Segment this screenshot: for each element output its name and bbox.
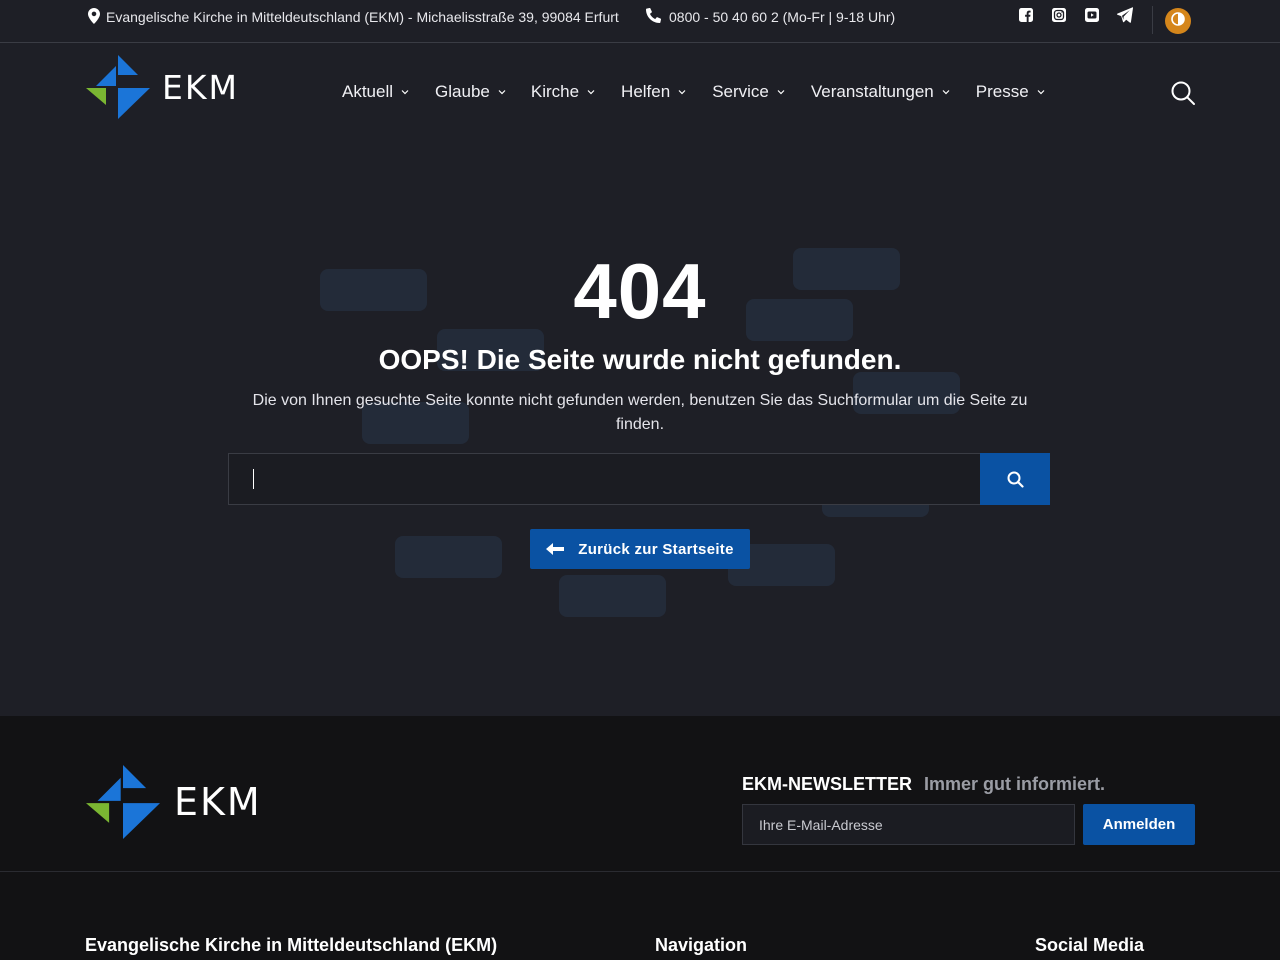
nav-item-label: Glaube bbox=[435, 82, 490, 101]
chevron-down-icon bbox=[586, 87, 596, 97]
chevron-down-icon bbox=[776, 87, 786, 97]
nav-item-label: Aktuell bbox=[342, 82, 394, 101]
nav-item-helfen[interactable]: Helfen bbox=[621, 82, 687, 102]
nav-item-label: Helfen bbox=[621, 82, 671, 101]
social-links bbox=[1018, 7, 1133, 23]
nav-item-kirche[interactable]: Kirche bbox=[531, 82, 596, 102]
nav-item-service[interactable]: Service bbox=[712, 82, 786, 102]
phone-icon bbox=[645, 7, 662, 26]
location-pin-icon bbox=[88, 7, 100, 27]
nav-item-label: Presse bbox=[975, 82, 1029, 101]
nav-item-aktuell[interactable]: Aktuell bbox=[342, 82, 410, 102]
newsletter-subtitle: Immer gut informiert. bbox=[924, 774, 1106, 794]
error-code: 404 bbox=[573, 247, 707, 335]
ekm-cross-logo-icon bbox=[86, 765, 160, 839]
header-search-button[interactable] bbox=[1170, 80, 1196, 106]
nav-item-presse[interactable]: Presse bbox=[976, 82, 1046, 102]
newsletter-email-input[interactable] bbox=[742, 804, 1075, 845]
error-search-form bbox=[228, 453, 1050, 505]
chevron-down-icon bbox=[1036, 87, 1046, 97]
newsletter-form: Anmelden bbox=[742, 804, 1195, 845]
chevron-down-icon bbox=[941, 87, 951, 97]
nav-item-label: Kirche bbox=[530, 82, 580, 101]
newsletter-heading: EKM-NEWSLETTER Immer gut informiert. bbox=[742, 774, 1105, 795]
background-decoration bbox=[395, 536, 502, 578]
main-navigation: Aktuell Glaube Kirche Helfen Service Ver… bbox=[342, 82, 1046, 102]
footer-column-title-navigation: Navigation bbox=[655, 935, 748, 955]
footer-logo[interactable]: EKM bbox=[86, 765, 262, 839]
error-description: Die von Ihnen gesuchte Seite konnte nich… bbox=[252, 392, 1028, 433]
logo-wordmark: EKM bbox=[174, 780, 262, 824]
phone-text: 0800 - 50 40 60 2 (Mo-Fr | 9-18 Uhr) bbox=[669, 9, 896, 25]
contrast-icon bbox=[1171, 11, 1185, 31]
newsletter-subscribe-button[interactable]: Anmelden bbox=[1083, 804, 1195, 845]
search-input[interactable] bbox=[228, 453, 980, 505]
text-cursor bbox=[253, 469, 254, 489]
newsletter-title: EKM-NEWSLETTER bbox=[742, 774, 912, 794]
youtube-icon[interactable] bbox=[1084, 7, 1100, 23]
back-to-home-button[interactable]: Zurück zur Startseite bbox=[530, 529, 750, 569]
top-bar: Evangelische Kirche in Mitteldeutschland… bbox=[0, 0, 1280, 43]
address-text: Evangelische Kirche in Mitteldeutschland… bbox=[106, 9, 619, 25]
phone-info[interactable]: 0800 - 50 40 60 2 (Mo-Fr | 9-18 Uhr) bbox=[645, 7, 896, 26]
main-header: EKM Aktuell Glaube Kirche Helfen Service… bbox=[0, 44, 1280, 140]
back-to-home-label: Zurück zur Startseite bbox=[578, 540, 734, 558]
ekm-cross-logo-icon bbox=[86, 55, 150, 119]
arrow-left-icon bbox=[546, 543, 565, 555]
site-logo[interactable]: EKM bbox=[86, 55, 239, 119]
nav-item-label: Veranstaltungen bbox=[810, 82, 934, 101]
instagram-icon[interactable] bbox=[1051, 7, 1067, 23]
nav-item-label: Service bbox=[712, 82, 769, 101]
nav-item-veranstaltungen[interactable]: Veranstaltungen bbox=[811, 82, 951, 102]
topbar-separator bbox=[1152, 6, 1153, 34]
search-submit-button[interactable] bbox=[980, 453, 1050, 505]
telegram-icon[interactable] bbox=[1117, 7, 1133, 23]
search-icon bbox=[1007, 471, 1024, 488]
chevron-down-icon bbox=[400, 87, 410, 97]
background-decoration bbox=[559, 575, 666, 617]
footer-column-title-ekm: Evangelische Kirche in Mitteldeutschland… bbox=[85, 935, 498, 955]
site-footer: EKM EKM-NEWSLETTER Immer gut informiert.… bbox=[0, 716, 1280, 960]
chevron-down-icon bbox=[677, 87, 687, 97]
error-title: OOPS! Die Seite wurde nicht gefunden. bbox=[378, 344, 902, 375]
contrast-toggle-button[interactable] bbox=[1165, 8, 1191, 34]
logo-wordmark: EKM bbox=[162, 67, 239, 107]
facebook-icon[interactable] bbox=[1018, 7, 1034, 23]
footer-column-title-social-media: Social Media bbox=[1035, 935, 1145, 955]
search-icon bbox=[1171, 81, 1195, 105]
address-info: Evangelische Kirche in Mitteldeutschland… bbox=[88, 7, 619, 27]
footer-divider bbox=[0, 871, 1280, 872]
nav-item-glaube[interactable]: Glaube bbox=[435, 82, 507, 102]
chevron-down-icon bbox=[497, 87, 507, 97]
